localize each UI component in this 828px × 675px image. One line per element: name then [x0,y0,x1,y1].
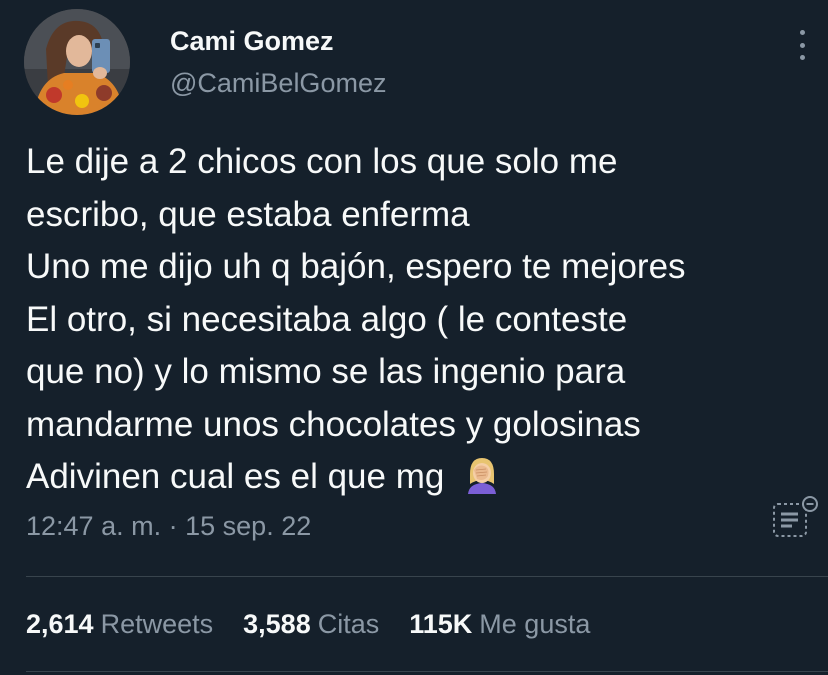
meta-separator: · [168,511,178,541]
more-dot [799,30,805,35]
more-dot [799,55,805,60]
avatar-photo [24,9,130,115]
tweet-time: 12:47 a. m. [26,511,162,541]
tweet-timestamp[interactable]: 12:47 a. m. · 15 sep. 22 [26,511,311,542]
tweet-line: Le dije a 2 chicos con los que solo me [26,142,618,181]
retweets-count: 2,614 [26,609,94,639]
retweets-stat[interactable]: 2,614 Retweets [26,609,213,640]
retweets-label: Retweets [100,609,214,639]
more-dot [799,42,805,48]
tweet-line-last: Adivinen cual es el que mg [26,451,806,510]
tweet-line: Adivinen cual es el que mg [26,457,445,496]
more-vertical-icon[interactable] [790,28,814,62]
likes-stat[interactable]: 115K Me gusta [409,609,590,640]
divider [26,671,828,672]
quotes-label: Citas [317,609,380,639]
author-handle[interactable]: @CamiBelGomez [170,68,386,99]
face-palm-emoji-icon [462,454,502,510]
likes-count: 115K [409,609,473,639]
likes-label: Me gusta [479,609,591,639]
tweet-line: que no) y lo mismo se las ingenio para [26,352,626,391]
translate-icon[interactable] [768,494,822,544]
quotes-count: 3,588 [243,609,311,639]
tweet-line: mandarme unos chocolates y golosinas [26,404,641,444]
tweet-line: El otro, si necesitaba algo ( le contest… [26,299,628,339]
tweet-line: escribo, que estaba enferma [26,194,470,234]
tweet-date: 15 sep. 22 [185,511,312,541]
tweet-card: Cami Gomez @CamiBelGomez Le dije a 2 chi… [0,0,828,675]
tweet-text: Le dije a 2 chicos con los que solo me e… [26,136,806,510]
avatar[interactable] [24,9,130,115]
divider [26,576,828,577]
engagement-stats: 2,614 Retweets 3,588 Citas 115K Me gusta [26,609,620,640]
author-name[interactable]: Cami Gomez [170,26,334,57]
quotes-stat[interactable]: 3,588 Citas [243,609,379,640]
tweet-line: Uno me dijo uh q bajón, espero te mejore… [26,247,686,286]
